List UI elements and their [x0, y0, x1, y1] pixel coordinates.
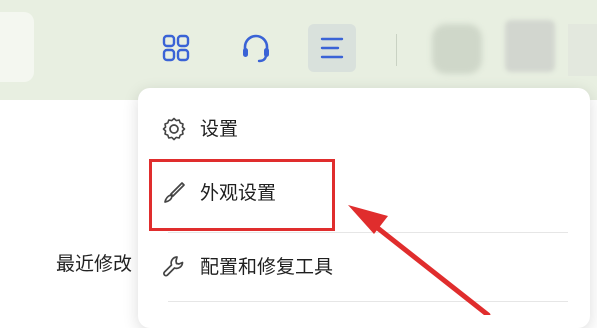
annotation-arrow	[348, 205, 491, 315]
